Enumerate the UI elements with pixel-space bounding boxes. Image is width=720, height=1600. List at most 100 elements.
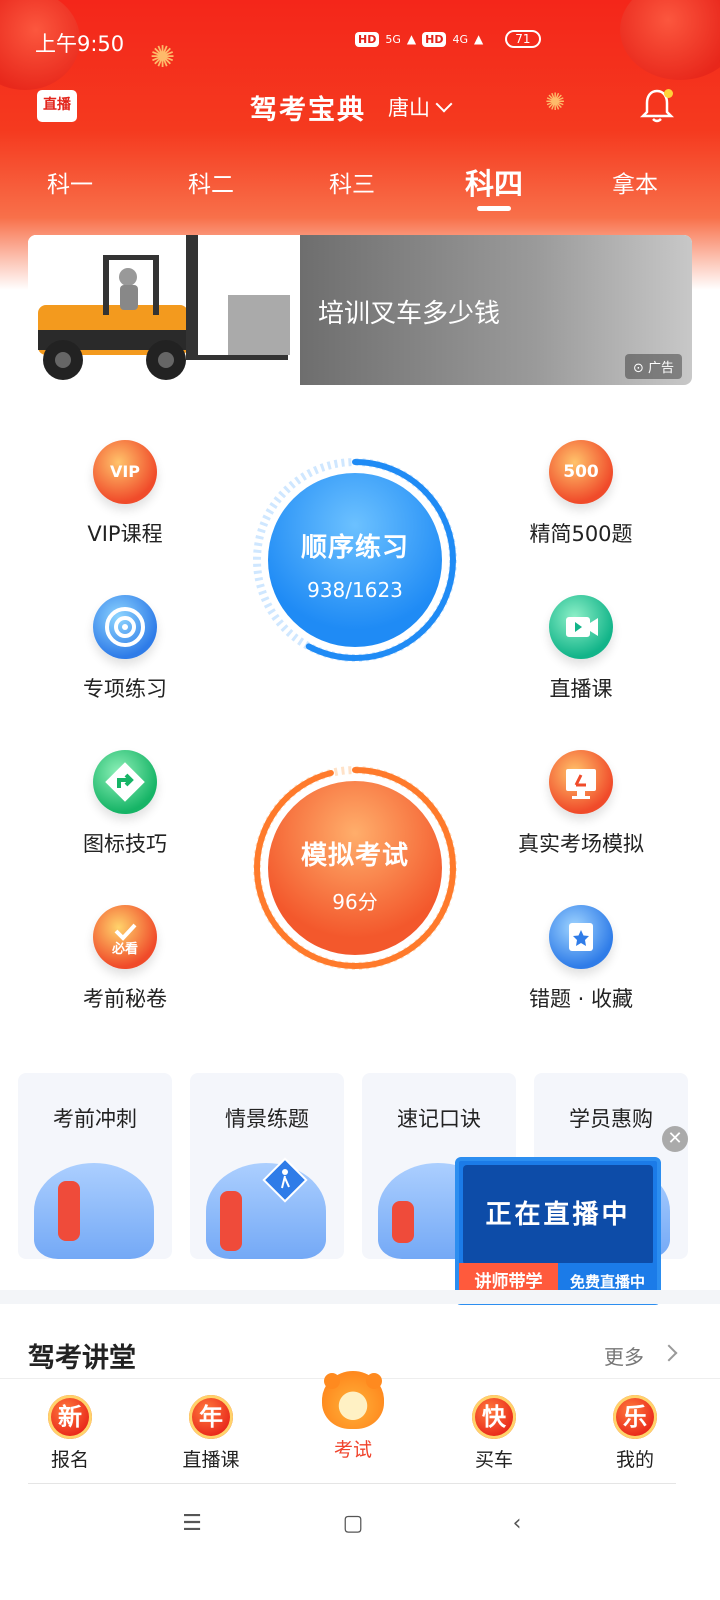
video-glyph <box>566 617 598 637</box>
nav-label: 考试 <box>333 1439 372 1461</box>
monitor-icon <box>549 750 613 814</box>
500-icon-text: 500 <box>563 462 599 482</box>
sequential-practice-button[interactable]: 顺序练习 938/1623 <box>250 455 460 665</box>
system-navigation: ☰ ▢ ‹ <box>0 1495 720 1555</box>
close-icon[interactable]: ✕ <box>662 1126 688 1152</box>
section-divider <box>0 1290 720 1304</box>
nav-buy-car[interactable]: 快 买车 <box>444 1379 544 1472</box>
network-4g: 4G <box>452 32 468 46</box>
tab-ke3[interactable]: 科三 <box>302 165 402 199</box>
nav-label: 买车 <box>474 1449 513 1471</box>
card-pre-exam-sprint[interactable]: 考前冲刺 <box>18 1073 172 1259</box>
sign-tips-label: 图标技巧 <box>83 832 167 856</box>
live-popup-title: 正在直播中 <box>463 1165 653 1265</box>
nav-label: 直播课 <box>182 1449 240 1471</box>
ad-banner[interactable]: 培训叉车多少钱 ⊙ 广告 <box>28 235 692 385</box>
checklist-icon: 必看 <box>93 905 157 969</box>
vip-icon-text: VIP <box>109 462 141 481</box>
banner-text: 培训叉车多少钱 <box>318 299 501 329</box>
new-year-badge-icon: 乐 <box>613 1395 657 1439</box>
live-course-label: 直播课 <box>549 677 613 701</box>
person-illustration <box>58 1181 80 1241</box>
sequential-progress-text: 938/1623 <box>307 578 403 602</box>
video-icon <box>549 595 613 659</box>
ad-label-text: 广告 <box>647 361 674 376</box>
new-year-badge-icon: 年 <box>189 1395 233 1439</box>
new-year-badge-icon: 快 <box>472 1395 516 1439</box>
city-selector[interactable]: 唐山 <box>388 92 453 122</box>
card-title: 考前冲刺 <box>53 1107 137 1131</box>
tab-ke1[interactable]: 科一 <box>20 165 120 199</box>
wrong-favorites-label: 错题 · 收藏 <box>528 987 634 1011</box>
nav-label: 我的 <box>615 1449 654 1471</box>
status-bar: 上午9:50 HD 5G ▲ HD 4G ▲ 71 <box>0 22 720 62</box>
card-title: 情景练题 <box>225 1107 309 1131</box>
new-year-badge-icon: 新 <box>48 1395 92 1439</box>
target-icon <box>93 595 157 659</box>
live-streaming-popup[interactable]: 正在直播中 讲师带学 免费直播中 <box>455 1157 661 1305</box>
firework-decoration: ✺ <box>545 88 566 116</box>
mock-exam-button[interactable]: 模拟考试 96分 <box>250 763 460 973</box>
bottom-navigation: 新 报名 年 直播课 考试 快 买车 乐 我的 <box>0 1371 720 1478</box>
rocket-illustration <box>34 1163 154 1259</box>
feature-real-exam-sim[interactable]: 真实考场模拟 <box>496 750 666 858</box>
tab-nabeng[interactable]: 拿本 <box>585 165 685 199</box>
nav-exam[interactable]: 考试 <box>303 1371 403 1462</box>
person-illustration <box>220 1191 242 1251</box>
nav-live-course[interactable]: 年 直播课 <box>161 1379 261 1472</box>
tiger-icon <box>322 1371 384 1429</box>
tab-ke2[interactable]: 科二 <box>161 165 261 199</box>
sequential-practice-core: 顺序练习 938/1623 <box>268 473 442 647</box>
feature-live-course[interactable]: 直播课 <box>496 595 666 703</box>
back-icon[interactable]: ‹ <box>497 1511 537 1536</box>
feature-sign-tips[interactable]: 图标技巧 <box>40 750 210 858</box>
notification-dot <box>664 89 673 98</box>
tab-ke4[interactable]: 科四 <box>444 161 544 203</box>
status-time: 上午9:50 <box>35 32 125 56</box>
section-title: 驾考讲堂 <box>28 1343 136 1374</box>
subject-tabs: 科一 科二 科三 科四 拿本 <box>0 165 720 215</box>
nav-divider <box>28 1483 676 1484</box>
person-illustration <box>392 1201 414 1243</box>
road-sign-glyph <box>105 762 145 802</box>
road-sign-icon <box>93 750 157 814</box>
500-icon: 500 <box>549 440 613 504</box>
active-tab-indicator <box>477 206 511 211</box>
chevron-right-icon[interactable] <box>660 1344 678 1362</box>
mock-exam-title: 模拟考试 <box>300 841 409 871</box>
hd-badge: HD <box>422 31 447 47</box>
forklift-image <box>28 235 300 385</box>
500-questions-label: 精简500题 <box>529 522 633 546</box>
signal-icon: ▲ <box>473 32 484 46</box>
card-title: 速记口诀 <box>397 1107 481 1131</box>
card-scenario-practice[interactable]: 情景练题 <box>190 1073 344 1259</box>
signal-icon: ▲ <box>406 32 417 46</box>
sequential-practice-title: 顺序练习 <box>300 533 409 563</box>
status-icons: HD 5G ▲ HD 4G ▲ 71 <box>355 30 541 48</box>
nav-mine[interactable]: 乐 我的 <box>585 1379 685 1472</box>
nav-signup[interactable]: 新 报名 <box>20 1379 120 1472</box>
feature-secret-papers[interactable]: 必看 考前秘卷 <box>40 905 210 1013</box>
hd-badge: HD <box>355 31 380 47</box>
star-glyph <box>569 923 593 951</box>
menu-icon[interactable]: ☰ <box>172 1511 212 1536</box>
live-entry-button[interactable]: 直播 <box>37 90 77 122</box>
feature-wrong-favorites[interactable]: 错题 · 收藏 <box>496 905 666 1013</box>
special-practice-label: 专项练习 <box>83 677 167 701</box>
vip-icon: VIP <box>93 440 157 504</box>
monitor-glyph <box>566 769 596 799</box>
chevron-down-icon <box>435 95 453 113</box>
mock-exam-core: 模拟考试 96分 <box>268 781 442 955</box>
feature-vip-course[interactable]: VIP VIP课程 <box>40 440 210 548</box>
feature-special-practice[interactable]: 专项练习 <box>40 595 210 703</box>
checkmark-glyph <box>114 923 137 941</box>
nav-label: 报名 <box>50 1449 89 1471</box>
home-icon[interactable]: ▢ <box>333 1511 373 1536</box>
feature-500-questions[interactable]: 500 精简500题 <box>496 440 666 548</box>
real-exam-sim-label: 真实考场模拟 <box>518 832 644 856</box>
mock-exam-score: 96分 <box>332 890 378 914</box>
star-bookmark-icon <box>549 905 613 969</box>
more-link[interactable]: 更多 <box>604 1341 644 1370</box>
ad-label: ⊙ 广告 <box>624 354 682 379</box>
pedestrian-sign-icon <box>262 1157 308 1203</box>
